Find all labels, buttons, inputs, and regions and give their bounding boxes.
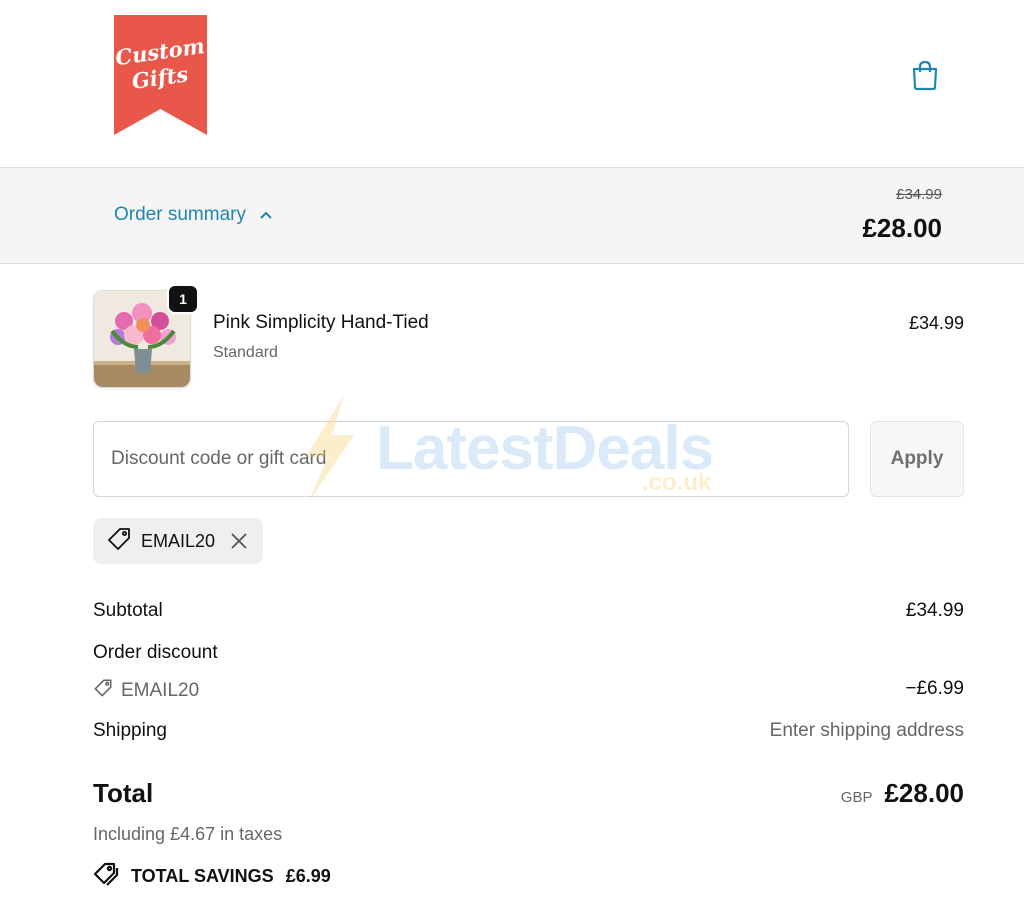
line-item: 1 Pink Simplicity Hand-Tied Standard £34… (93, 284, 964, 388)
subtotal-row: Subtotal £34.99 (93, 600, 964, 622)
subtotal-label: Subtotal (93, 600, 163, 621)
original-price: £34.99 (896, 186, 942, 203)
total-label: Total (93, 778, 154, 808)
apply-button[interactable]: Apply (870, 421, 964, 497)
applied-code-label: EMAIL20 (141, 530, 216, 551)
small-tag-icon (93, 678, 113, 704)
total-value: £28.00 (884, 778, 964, 808)
total-savings: TOTAL SAVINGS £6.99 (93, 862, 331, 891)
shipping-label: Shipping (93, 720, 167, 741)
remove-discount-icon[interactable] (229, 531, 249, 551)
product-price: £34.99 (908, 313, 964, 333)
shopping-bag-icon (910, 59, 940, 96)
order-summary-toggle[interactable]: Order summary (114, 204, 274, 226)
summary-total: £28.00 (862, 213, 942, 243)
discount-code-input[interactable] (93, 421, 849, 497)
header: Custom Gifts (0, 0, 1024, 167)
subtotal-value: £34.99 (905, 600, 964, 621)
total-amount: GBP £28.00 (841, 778, 964, 809)
brand-logo[interactable]: Custom Gifts (114, 15, 207, 135)
currency-code: GBP (840, 789, 873, 806)
shipping-row: Shipping Enter shipping address (93, 720, 964, 742)
savings-label: TOTAL SAVINGS (131, 866, 274, 886)
taxes-note: Including £4.67 in taxes (93, 824, 283, 844)
order-discount-row: Order discount (93, 642, 964, 664)
cart-button[interactable] (906, 58, 944, 96)
order-summary-bar: Order summary £34.99 £28.00 (0, 167, 1024, 264)
applied-discount-chip: EMAIL20 (93, 518, 263, 564)
savings-value: £6.99 (285, 866, 331, 886)
quantity-badge: 1 (167, 284, 199, 314)
shipping-value: Enter shipping address (769, 720, 964, 741)
savings-tags-icon (93, 862, 119, 891)
discount-code-label: EMAIL20 (121, 680, 200, 701)
discount-value: −£6.99 (905, 678, 964, 699)
discount-code-row: EMAIL20 −£6.99 (93, 678, 964, 704)
chevron-up-icon (258, 207, 274, 223)
order-summary-label: Order summary (114, 204, 246, 225)
order-discount-label: Order discount (93, 642, 218, 663)
product-variant: Standard (213, 344, 278, 361)
product-name: Pink Simplicity Hand-Tied (213, 312, 429, 333)
tag-icon (106, 526, 132, 557)
